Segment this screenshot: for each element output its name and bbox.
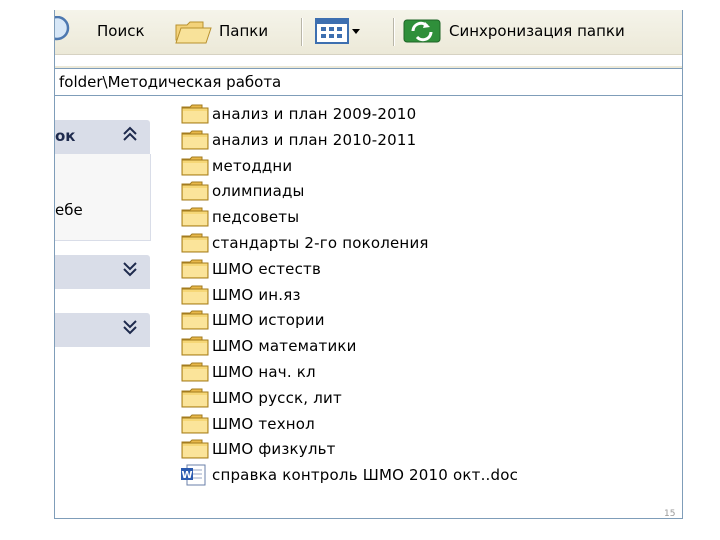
item-name: ШМО математики	[212, 337, 357, 356]
toolbar-separator	[393, 18, 395, 46]
folder-item[interactable]: методдни	[180, 154, 292, 178]
folder-icon	[180, 361, 210, 383]
folder-icon	[180, 413, 210, 435]
collapse-chevron-icon[interactable]	[122, 125, 138, 147]
item-name: ШМО ин.яз	[212, 285, 301, 304]
item-name: стандарты 2-го поколения	[212, 234, 429, 252]
task-panel-link[interactable]: ебе	[55, 201, 83, 219]
item-name: ШМО физкульт	[212, 440, 336, 459]
toolbar: Поиск Папки Синхронизация папки	[55, 10, 682, 55]
task-panel-header-collapsed[interactable]	[55, 313, 150, 347]
search-label: Поиск	[97, 22, 145, 40]
folder-icon	[180, 129, 210, 151]
folder-icon	[180, 258, 210, 280]
item-name: ШМО истории	[212, 311, 325, 330]
folder-icon	[180, 206, 210, 228]
expand-chevron-icon[interactable]	[122, 260, 138, 282]
item-name: ШМО русск, лит	[212, 388, 342, 407]
item-name: анализ и план 2009-2010	[212, 105, 417, 123]
folders-button[interactable]: Папки	[173, 16, 268, 46]
page-number: 15	[664, 509, 676, 519]
folder-item[interactable]: ШМО истории	[180, 308, 325, 332]
folder-item[interactable]: ШМО физкульт	[180, 437, 336, 461]
item-name: педсоветы	[212, 208, 300, 227]
folder-item[interactable]: анализ и план 2009-2010	[180, 102, 416, 126]
folder-item[interactable]: ШМО русск, лит	[180, 386, 342, 410]
task-panel-header-collapsed[interactable]	[55, 255, 150, 289]
svg-text:W: W	[181, 470, 192, 481]
search-button[interactable]: Поиск	[55, 16, 145, 46]
toolbar-separator	[301, 18, 303, 46]
item-name: ШМО технол	[212, 414, 315, 433]
folder-item[interactable]: олимпиады	[180, 179, 305, 203]
expand-chevron-icon[interactable]	[122, 318, 138, 340]
task-panel-body: ебе	[55, 154, 151, 241]
task-panel-title: ок	[55, 127, 76, 145]
views-button[interactable]	[315, 16, 363, 46]
folder-icon	[180, 335, 210, 357]
sync-icon	[403, 19, 441, 43]
folders-icon	[175, 21, 212, 44]
folder-item[interactable]: ШМО нач. кл	[180, 360, 316, 384]
folder-icon	[180, 155, 210, 177]
folder-icon	[180, 284, 210, 306]
task-pane: ок ебе	[55, 98, 155, 518]
folder-item[interactable]: анализ и план 2010-2011	[180, 128, 416, 152]
sync-folder-button[interactable]: Синхронизация папки	[403, 16, 625, 46]
folder-item[interactable]: ШМО математики	[180, 334, 357, 358]
folder-icon	[180, 180, 210, 202]
address-bar: folder\Методическая работа	[55, 66, 682, 96]
folder-item[interactable]: стандарты 2-го поколения	[180, 231, 429, 255]
item-name: олимпиады	[212, 182, 305, 201]
folder-icon	[180, 387, 210, 409]
item-name: справка контроль ШМО 2010 окт..doc	[212, 466, 519, 485]
item-name: ШМО нач. кл	[212, 363, 316, 381]
task-panel-header[interactable]: ок	[55, 120, 150, 154]
folder-item[interactable]: педсоветы	[180, 205, 299, 229]
folder-icon	[180, 309, 210, 331]
folder-item[interactable]: ШМО естеств	[180, 257, 321, 281]
folder-item[interactable]: ШМО технол	[180, 412, 315, 436]
file-item[interactable]: Wсправка контроль ШМО 2010 окт..doc	[180, 463, 518, 487]
word-document-icon: W	[180, 464, 210, 486]
address-field[interactable]: folder\Методическая работа	[55, 68, 682, 96]
search-icon	[55, 16, 70, 41]
sync-folder-label: Синхронизация папки	[449, 22, 625, 40]
folder-item[interactable]: ШМО ин.яз	[180, 283, 301, 307]
folder-icon	[180, 438, 210, 460]
folder-icon	[180, 232, 210, 254]
item-name: методдни	[212, 156, 293, 175]
item-name: анализ и план 2010-2011	[212, 130, 417, 149]
item-name: ШМО естеств	[212, 259, 322, 278]
view-grid-icon	[315, 18, 349, 44]
dropdown-arrow-icon[interactable]	[349, 18, 363, 44]
folder-icon	[180, 103, 210, 125]
folders-label: Папки	[219, 22, 269, 40]
explorer-window: Поиск Папки Синхронизация папки folder\М…	[54, 10, 683, 519]
